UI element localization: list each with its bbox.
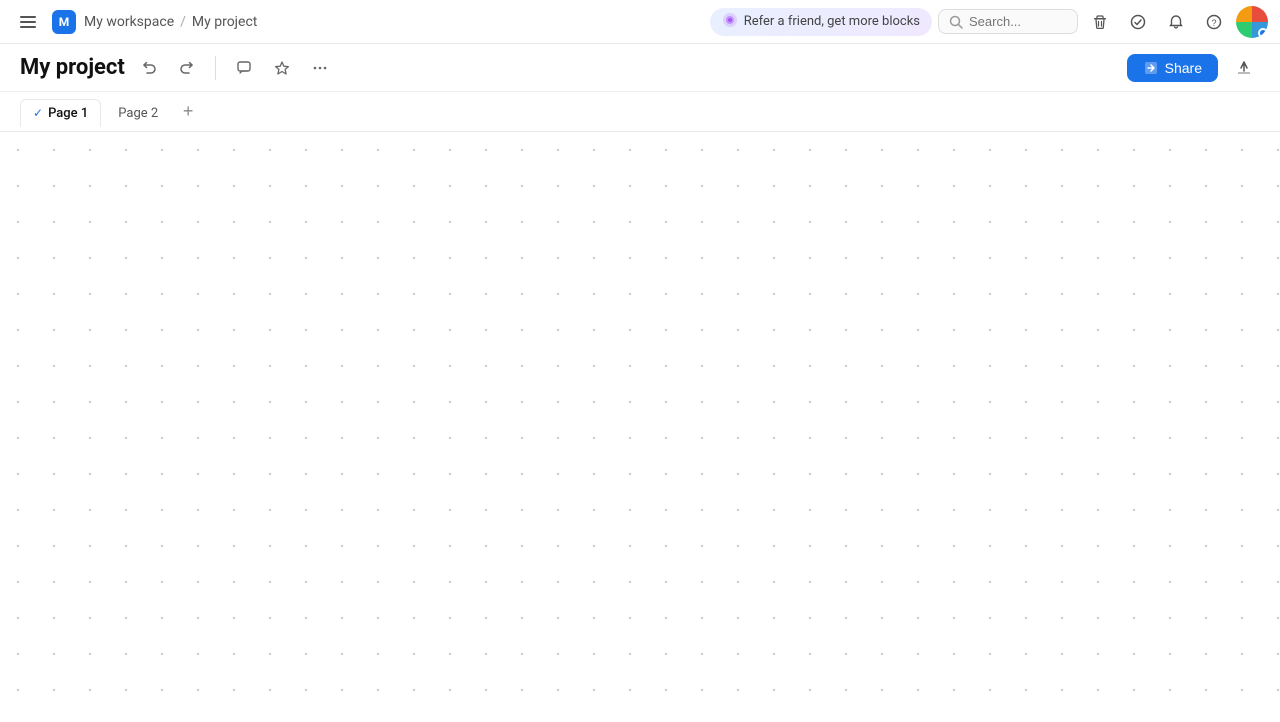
- toolbar: My project: [0, 44, 1280, 92]
- breadcrumb-sep: /: [180, 14, 186, 30]
- circle-check-icon: [1130, 14, 1146, 30]
- workspace-link[interactable]: My workspace: [84, 14, 174, 30]
- workspace-avatar-letter: M: [59, 15, 70, 29]
- more-icon: [312, 60, 328, 76]
- gift-icon: [722, 12, 738, 28]
- bell-icon: [1168, 14, 1184, 30]
- search-container[interactable]: [938, 9, 1078, 34]
- tab-page2-label: Page 2: [118, 106, 158, 121]
- checkmark-button[interactable]: [1122, 6, 1154, 38]
- main-content: My project: [0, 44, 1280, 722]
- tab-page1[interactable]: ✓ Page 1: [20, 99, 101, 127]
- help-icon: ?: [1206, 14, 1222, 30]
- canvas-area[interactable]: [0, 132, 1280, 722]
- share-button[interactable]: Share: [1127, 54, 1218, 82]
- user-avatar[interactable]: [1236, 6, 1268, 38]
- refer-banner[interactable]: Refer a friend, get more blocks: [710, 8, 932, 36]
- topnav-left: M My workspace / My project: [12, 6, 702, 38]
- user-status-dot: [1258, 28, 1268, 38]
- page-title: My project: [20, 55, 125, 80]
- toolbar-divider: [215, 56, 216, 80]
- tab-check-icon: ✓: [33, 106, 43, 120]
- bell-button[interactable]: [1160, 6, 1192, 38]
- help-button[interactable]: ?: [1198, 6, 1230, 38]
- menu-button[interactable]: [12, 6, 44, 38]
- more-button[interactable]: [306, 54, 334, 82]
- trash-button[interactable]: [1084, 6, 1116, 38]
- trash-icon: [1092, 14, 1108, 30]
- undo-button[interactable]: [135, 54, 163, 82]
- add-tab-icon: +: [183, 101, 194, 122]
- comment-button[interactable]: [230, 54, 258, 82]
- star-button[interactable]: [268, 54, 296, 82]
- topnav: M My workspace / My project Refer a frie…: [0, 0, 1280, 44]
- refer-icon: [722, 12, 738, 32]
- tab-page2[interactable]: Page 2: [105, 99, 171, 127]
- export-button[interactable]: [1228, 52, 1260, 84]
- share-icon: [1143, 60, 1159, 76]
- search-icon: [949, 15, 963, 29]
- topnav-right: Refer a friend, get more blocks: [710, 6, 1268, 38]
- project-link[interactable]: My project: [192, 14, 257, 30]
- breadcrumb: My workspace / My project: [84, 14, 257, 30]
- tab-page1-label: Page 1: [48, 106, 88, 121]
- export-icon: [1236, 60, 1252, 76]
- redo-button[interactable]: [173, 54, 201, 82]
- search-input[interactable]: [969, 14, 1059, 29]
- undo-icon: [141, 60, 157, 76]
- redo-icon: [179, 60, 195, 76]
- hamburger-icon: [20, 14, 36, 30]
- svg-text:?: ?: [1211, 18, 1216, 28]
- tabs-bar: ✓ Page 1 Page 2 +: [0, 92, 1280, 132]
- star-icon: [274, 60, 290, 76]
- refer-label: Refer a friend, get more blocks: [744, 14, 920, 29]
- add-tab-button[interactable]: +: [175, 99, 201, 125]
- share-label: Share: [1165, 60, 1202, 76]
- dot-grid: [0, 132, 1280, 722]
- comment-icon: [236, 60, 252, 76]
- workspace-avatar[interactable]: M: [52, 10, 76, 34]
